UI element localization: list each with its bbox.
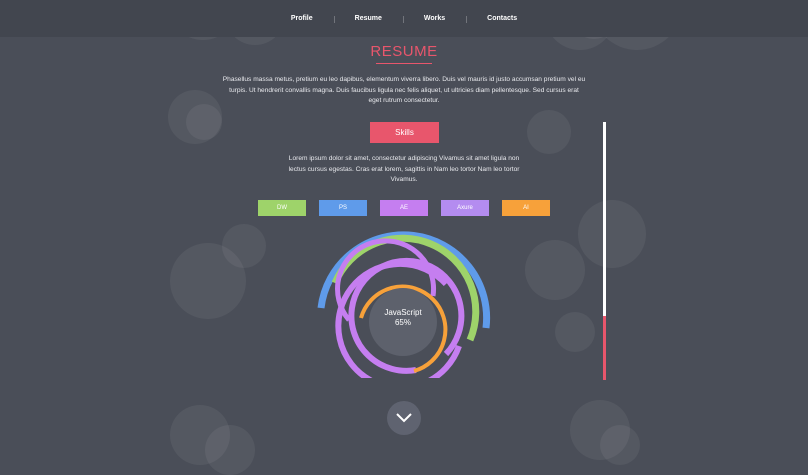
decorative-bubble: [578, 200, 646, 268]
selected-skill-name: JavaScript: [384, 308, 422, 317]
decorative-bubble: [527, 110, 571, 154]
vertical-scrollbar[interactable]: [603, 122, 606, 380]
title-underline: [376, 63, 432, 64]
decorative-bubble: [555, 312, 595, 352]
decorative-bubble: [186, 104, 222, 140]
top-nav: Profile Resume Works Contacts: [0, 0, 808, 37]
skill-tag-ps[interactable]: PS: [319, 200, 367, 216]
page-title: RESUME: [370, 43, 438, 60]
nav-item-profile[interactable]: Profile: [270, 15, 334, 22]
decorative-bubble: [525, 240, 585, 300]
scrollbar-thumb[interactable]: [603, 315, 606, 380]
skill-tag-dw[interactable]: DW: [258, 200, 306, 216]
nav-item-works[interactable]: Works: [402, 15, 466, 23]
skill-tag-axure[interactable]: Axure: [441, 200, 489, 216]
decorative-bubble: [600, 425, 640, 465]
selected-skill-display: JavaScript 65%: [369, 288, 437, 356]
decorative-bubble: [205, 425, 255, 475]
intro-paragraph: Phasellus massa metus, pretium eu leo da…: [222, 76, 586, 104]
skills-button[interactable]: Skills: [370, 122, 439, 143]
skill-tag-ai[interactable]: AI: [502, 200, 550, 216]
selected-skill-percent: 65%: [394, 318, 411, 327]
skill-tag-ae[interactable]: AE: [380, 200, 428, 216]
nav-item-resume[interactable]: Resume: [333, 15, 403, 23]
scroll-down-button[interactable]: [387, 401, 421, 435]
skills-description: Lorem ipsum dolor sit amet, consectetur …: [288, 155, 520, 183]
chevron-down-icon: [396, 413, 412, 423]
nav-item-contacts[interactable]: Contacts: [466, 15, 538, 23]
decorative-bubble: [222, 224, 266, 268]
